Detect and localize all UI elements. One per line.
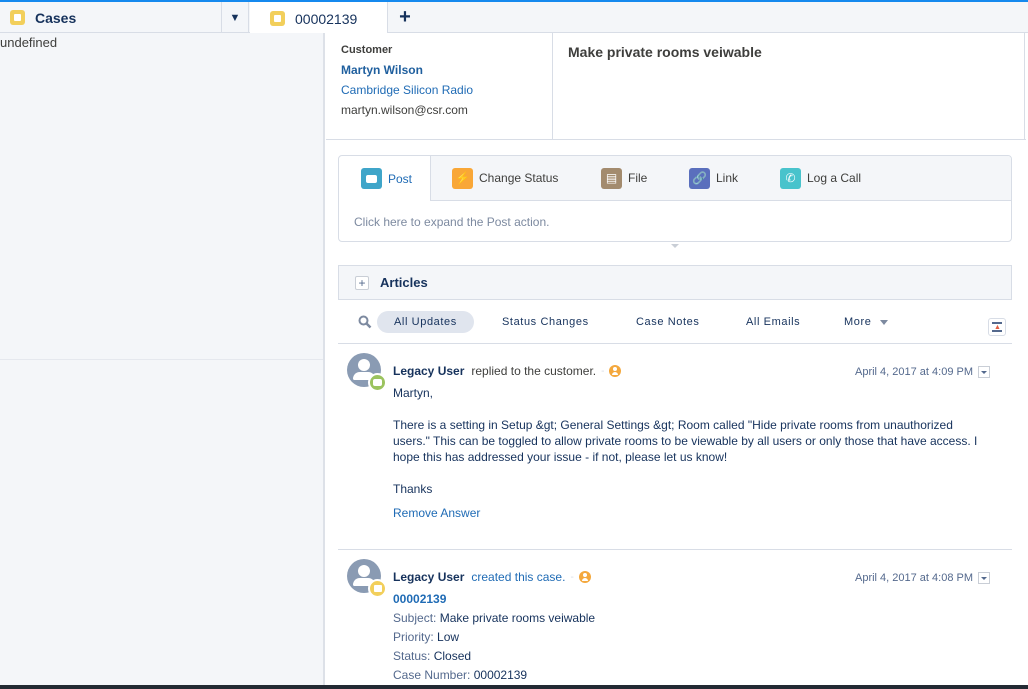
- case-header: Customer Martyn Wilson Cambridge Silicon…: [326, 33, 1026, 140]
- tab-cases-label: Cases: [35, 9, 77, 26]
- filter-status-changes[interactable]: Status Changes: [502, 311, 589, 333]
- tab-case-label: 00002139: [295, 10, 358, 27]
- field-priority: Priority: Low: [393, 630, 460, 644]
- filter-all-updates[interactable]: All Updates: [377, 311, 474, 333]
- publisher-tabs: Post ⚡ Change Status ▤ File 🔗 Link ✆ Log…: [339, 156, 1011, 201]
- tab-file[interactable]: ▤ File: [601, 156, 647, 200]
- field-status: Status: Closed: [393, 649, 472, 663]
- case-icon: [270, 11, 285, 26]
- user-link[interactable]: Legacy User: [393, 570, 464, 584]
- sidebar-divider: [0, 359, 323, 360]
- feed-filters: All Updates Status Changes Case Notes Al…: [338, 300, 1012, 344]
- feed-body: There is a setting in Setup &gt; General…: [393, 418, 978, 464]
- add-tab-button[interactable]: +: [390, 2, 420, 33]
- filter-all-emails[interactable]: All Emails: [746, 311, 800, 333]
- chevron-down-icon: ▼: [229, 11, 241, 24]
- item-menu-dropdown-icon[interactable]: [978, 366, 990, 378]
- tab-change-status[interactable]: ⚡ Change Status: [452, 156, 558, 200]
- tab-case-00002139[interactable]: 00002139: [250, 2, 388, 35]
- user-link[interactable]: Legacy User: [393, 364, 464, 378]
- feed-item-header: Legacy User created this case. -: [393, 570, 591, 584]
- tab-log-a-call-label: Log a Call: [807, 171, 862, 185]
- case-number-link[interactable]: 00002139: [393, 591, 446, 607]
- post-expand-area[interactable]: Click here to expand the Post action.: [339, 201, 1011, 243]
- sidebar: undefined: [0, 33, 325, 685]
- company-link[interactable]: Cambridge Silicon Radio: [341, 83, 473, 97]
- divider: [1024, 33, 1025, 140]
- expand-plus-icon[interactable]: +: [355, 275, 369, 290]
- customer-label: Customer: [341, 44, 393, 56]
- tab-post-label: Post: [388, 171, 413, 186]
- lightning-icon: ⚡: [452, 167, 473, 189]
- filter-more-label: More: [844, 316, 872, 328]
- publisher: Post ⚡ Change Status ▤ File 🔗 Link ✆ Log…: [338, 155, 1012, 242]
- articles-section[interactable]: + Articles: [338, 265, 1012, 300]
- sidebar-text: undefined: [0, 35, 58, 50]
- tab-file-label: File: [628, 171, 648, 185]
- feed-signoff: Thanks: [393, 482, 433, 496]
- feed-action: replied to the customer.: [471, 364, 597, 378]
- feed-item: Legacy User created this case. - April 4…: [338, 559, 1012, 689]
- timestamp-text[interactable]: April 4, 2017 at 4:08 PM: [855, 572, 973, 584]
- caret-down-icon: [671, 244, 679, 248]
- case-detail: Customer Martyn Wilson Cambridge Silicon…: [326, 33, 1028, 685]
- customer-email: martyn.wilson@csr.com: [341, 103, 468, 117]
- feed-timestamp: April 4, 2017 at 4:09 PM: [855, 366, 990, 378]
- bottom-bar: [0, 685, 1028, 689]
- case-badge-icon: [368, 579, 387, 598]
- case-fields: Subject: Make private rooms veiwable Pri…: [393, 610, 595, 686]
- divider: [552, 33, 553, 140]
- filter-more[interactable]: More: [844, 311, 889, 333]
- field-subject: Subject: Make private rooms veiwable: [393, 611, 596, 625]
- timestamp-text[interactable]: April 4, 2017 at 4:09 PM: [855, 366, 973, 378]
- avatar[interactable]: [347, 559, 387, 598]
- tab-change-status-label: Change Status: [479, 171, 559, 185]
- articles-label: Articles: [380, 275, 428, 290]
- link-icon: 🔗: [689, 167, 710, 189]
- chat-badge-icon: [368, 373, 387, 392]
- feed-timestamp: April 4, 2017 at 4:08 PM: [855, 572, 990, 584]
- person-icon: [578, 571, 591, 583]
- tab-dropdown-button[interactable]: ▼: [222, 2, 249, 33]
- filter-case-notes[interactable]: Case Notes: [636, 311, 699, 333]
- case-icon: [10, 10, 25, 25]
- tab-link-label: Link: [716, 171, 739, 185]
- feed-item: Legacy User replied to the customer. - A…: [338, 353, 1012, 543]
- tab-link[interactable]: 🔗 Link: [689, 156, 738, 200]
- tab-cases[interactable]: Cases: [0, 2, 222, 33]
- chevron-down-icon: [880, 319, 889, 325]
- person-icon: [609, 365, 622, 377]
- customer-block: Customer Martyn Wilson Cambridge Silicon…: [341, 44, 473, 117]
- tab-post[interactable]: Post: [339, 156, 431, 201]
- avatar[interactable]: [347, 353, 387, 392]
- customer-name-link[interactable]: Martyn Wilson: [341, 63, 473, 77]
- tab-bar: Cases ▼ 00002139 +: [0, 0, 1028, 35]
- plus-icon: +: [399, 6, 411, 28]
- remove-answer-link[interactable]: Remove Answer: [393, 505, 480, 521]
- file-icon: ▤: [601, 167, 622, 189]
- chat-icon: [361, 168, 382, 189]
- tab-log-a-call[interactable]: ✆ Log a Call: [780, 156, 861, 200]
- item-menu-dropdown-icon[interactable]: [978, 572, 990, 584]
- field-case-number: Case Number: 00002139: [393, 668, 528, 682]
- search-icon[interactable]: [358, 315, 372, 329]
- feed-item-header: Legacy User replied to the customer. -: [393, 364, 622, 378]
- feed-divider: [338, 549, 1012, 550]
- case-subject: Make private rooms veiwable: [568, 44, 762, 60]
- collapse-all-button[interactable]: ▲: [988, 318, 1006, 336]
- feed-action-link[interactable]: created this case.: [471, 570, 565, 584]
- feed-greeting: Martyn,: [393, 386, 434, 400]
- phone-icon: ✆: [780, 167, 801, 189]
